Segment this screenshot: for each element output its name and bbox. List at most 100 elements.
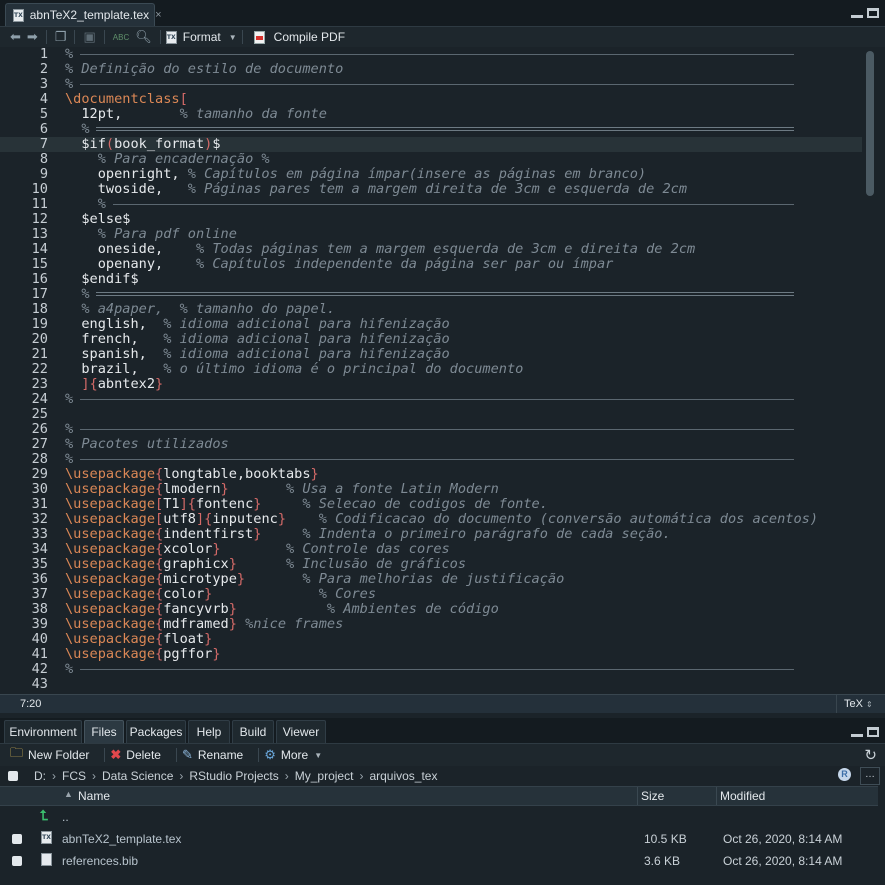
- code-text[interactable]: % Para encadernação %: [65, 152, 270, 167]
- file-checkbox[interactable]: [12, 856, 22, 866]
- code-text[interactable]: ]{abntex2}: [65, 377, 163, 392]
- code-text[interactable]: 12pt, % tamanho da fonte: [65, 107, 327, 122]
- code-text[interactable]: $endif$: [65, 272, 138, 287]
- code-line[interactable]: 41 \usepackage{pgffor}: [0, 647, 862, 662]
- code-text[interactable]: % Definição do estilo de documento: [65, 62, 343, 77]
- maximize-pane-icon[interactable]: [867, 8, 879, 18]
- breadcrumb-segment[interactable]: RStudio Projects: [189, 769, 278, 783]
- code-text[interactable]: oneside, % Todas páginas tem a margem es…: [65, 242, 695, 257]
- code-text[interactable]: \usepackage{float}: [65, 632, 212, 647]
- code-line[interactable]: 22 brazil, % o último idioma é o princip…: [0, 362, 862, 377]
- code-editor[interactable]: 1% 2% Definição do estilo de documento 3% 4…: [0, 47, 862, 693]
- compile-pdf-button[interactable]: Compile PDF: [253, 30, 345, 44]
- code-text[interactable]: % Para pdf online: [65, 227, 237, 242]
- file-row[interactable]: references.bib 3.6 KB Oct 26, 2020, 8:14 A…: [0, 850, 878, 872]
- code-text[interactable]: english, % idioma adicional para hifeniz…: [65, 317, 449, 332]
- code-text[interactable]: %: [65, 122, 89, 137]
- code-line[interactable]: 34 \usepackage{xcolor} % Controle das cor…: [0, 542, 862, 557]
- code-line[interactable]: 13 % Para pdf online: [0, 227, 862, 242]
- code-text[interactable]: \usepackage{xcolor} % Controle das cores: [65, 542, 450, 557]
- code-text[interactable]: %: [65, 77, 73, 92]
- spellcheck-icon[interactable]: ABC: [113, 33, 129, 42]
- minimize-pane-icon[interactable]: [851, 727, 863, 737]
- code-line[interactable]: 3%: [0, 77, 862, 92]
- more-options-icon[interactable]: …: [860, 767, 880, 785]
- editor-file-tab[interactable]: TX abnTeX2_template.tex ×: [5, 3, 162, 26]
- code-text[interactable]: spanish, % idioma adicional para hifeniz…: [65, 347, 449, 362]
- parent-directory-row[interactable]: ⮤ ..: [0, 806, 878, 828]
- new-folder-button[interactable]: 🗀 New Folder: [10, 744, 89, 766]
- code-text[interactable]: %: [65, 197, 106, 212]
- code-line[interactable]: 2 % Definição do estilo de documento: [0, 62, 862, 77]
- code-text[interactable]: openany, % Capítulos independente da pág…: [65, 257, 614, 272]
- code-line[interactable]: 29 \usepackage{longtable,booktabs}: [0, 467, 862, 482]
- breadcrumb-segment[interactable]: arquivos_tex: [369, 769, 437, 783]
- column-name[interactable]: Name: [78, 789, 110, 803]
- code-line[interactable]: 31 \usepackage[T1]{fontenc} % Selecao de …: [0, 497, 862, 512]
- code-line[interactable]: 17 %: [0, 287, 862, 302]
- code-line[interactable]: 24%: [0, 392, 862, 407]
- code-line[interactable]: 33 \usepackage{indentfirst} % Indenta o p…: [0, 527, 862, 542]
- code-line[interactable]: 4 \documentclass[: [0, 92, 862, 107]
- code-line[interactable]: 32 \usepackage[utf8]{inputenc} % Codifica…: [0, 512, 862, 527]
- r-project-icon[interactable]: R: [838, 768, 851, 781]
- code-line[interactable]: 28%: [0, 452, 862, 467]
- editor-scrollbar[interactable]: [862, 47, 878, 693]
- code-line[interactable]: 10 twoside, % Páginas pares tem a margem…: [0, 182, 862, 197]
- breadcrumb-segment[interactable]: My_project: [295, 769, 354, 783]
- code-line[interactable]: 42%: [0, 662, 862, 677]
- code-line[interactable]: 21 spanish, % idioma adicional para hife…: [0, 347, 862, 362]
- close-tab-icon[interactable]: ×: [155, 9, 161, 21]
- back-arrow-icon[interactable]: ⬅: [10, 29, 21, 45]
- code-text[interactable]: \usepackage{longtable,booktabs}: [65, 467, 319, 482]
- code-line[interactable]: 9 openright, % Capítulos em página ímpar…: [0, 167, 862, 182]
- code-line[interactable]: 18 % a4paper, % tamanho do papel.: [0, 302, 862, 317]
- tab-build[interactable]: Build: [232, 720, 274, 743]
- find-replace-icon[interactable]: 🔍︎: [135, 29, 152, 45]
- file-name[interactable]: abnTeX2_template.tex: [62, 832, 181, 846]
- code-text[interactable]: %: [65, 692, 73, 694]
- code-line[interactable]: 25: [0, 407, 862, 422]
- parent-directory-label[interactable]: ..: [62, 810, 69, 824]
- code-line[interactable]: 20 french, % idioma adicional para hifen…: [0, 332, 862, 347]
- code-line[interactable]: 11 %: [0, 197, 862, 212]
- file-row[interactable]: TX abnTeX2_template.tex 10.5 KB Oct 26, 202…: [0, 828, 878, 850]
- breadcrumb-segment[interactable]: D:: [34, 769, 46, 783]
- code-text[interactable]: \usepackage{pgffor}: [65, 647, 221, 662]
- code-line[interactable]: 40 \usepackage{float}: [0, 632, 862, 647]
- file-type-selector[interactable]: TeX ⇕: [844, 698, 873, 710]
- file-checkbox[interactable]: [12, 834, 22, 844]
- more-button[interactable]: ⚙ More ▼: [264, 747, 322, 763]
- code-line[interactable]: 39 \usepackage{mdframed} %nice frames: [0, 617, 862, 632]
- sort-ascending-icon[interactable]: ▲: [64, 789, 73, 799]
- code-text[interactable]: %: [65, 662, 73, 677]
- code-text[interactable]: $else$: [65, 212, 130, 227]
- cursor-position[interactable]: 7:20: [20, 698, 41, 710]
- tab-help[interactable]: Help: [188, 720, 230, 743]
- scrollbar-thumb[interactable]: [866, 51, 874, 196]
- breadcrumb-segment[interactable]: Data Science: [102, 769, 173, 783]
- code-text[interactable]: \usepackage{mdframed} %nice frames: [65, 617, 343, 632]
- code-line[interactable]: 1%: [0, 47, 862, 62]
- code-text[interactable]: \usepackage{indentfirst} % Indenta o pri…: [65, 527, 671, 542]
- forward-arrow-icon[interactable]: ➡: [27, 29, 38, 45]
- column-modified[interactable]: Modified: [720, 789, 765, 803]
- code-text[interactable]: \usepackage{color} % Cores: [65, 587, 376, 602]
- code-text[interactable]: \usepackage[T1]{fontenc} % Selecao de co…: [65, 497, 548, 512]
- maximize-pane-icon[interactable]: [867, 727, 879, 737]
- code-line[interactable]: 7 $if(book_format)$: [0, 137, 862, 152]
- code-text[interactable]: \usepackage{fancyvrb} % Ambientes de cód…: [65, 602, 499, 617]
- code-text[interactable]: twoside, % Páginas pares tem a margem di…: [65, 182, 687, 197]
- code-line[interactable]: 38 \usepackage{fancyvrb} % Ambientes de c…: [0, 602, 862, 617]
- show-in-window-icon[interactable]: ❐: [55, 29, 67, 45]
- code-text[interactable]: %: [65, 287, 89, 302]
- code-line[interactable]: 27 % Pacotes utilizados: [0, 437, 862, 452]
- code-line[interactable]: 6 %: [0, 122, 862, 137]
- code-text[interactable]: \usepackage[utf8]{inputenc} % Codificaca…: [65, 512, 818, 527]
- code-text[interactable]: % Pacotes utilizados: [65, 437, 229, 452]
- code-text[interactable]: \usepackage{lmodern} % Usa a fonte Latin…: [65, 482, 499, 497]
- delete-button[interactable]: ✖ Delete: [110, 747, 161, 763]
- refresh-icon[interactable]: ↻: [864, 746, 877, 764]
- code-text[interactable]: %: [65, 422, 73, 437]
- rename-button[interactable]: ✎ Rename: [182, 747, 243, 763]
